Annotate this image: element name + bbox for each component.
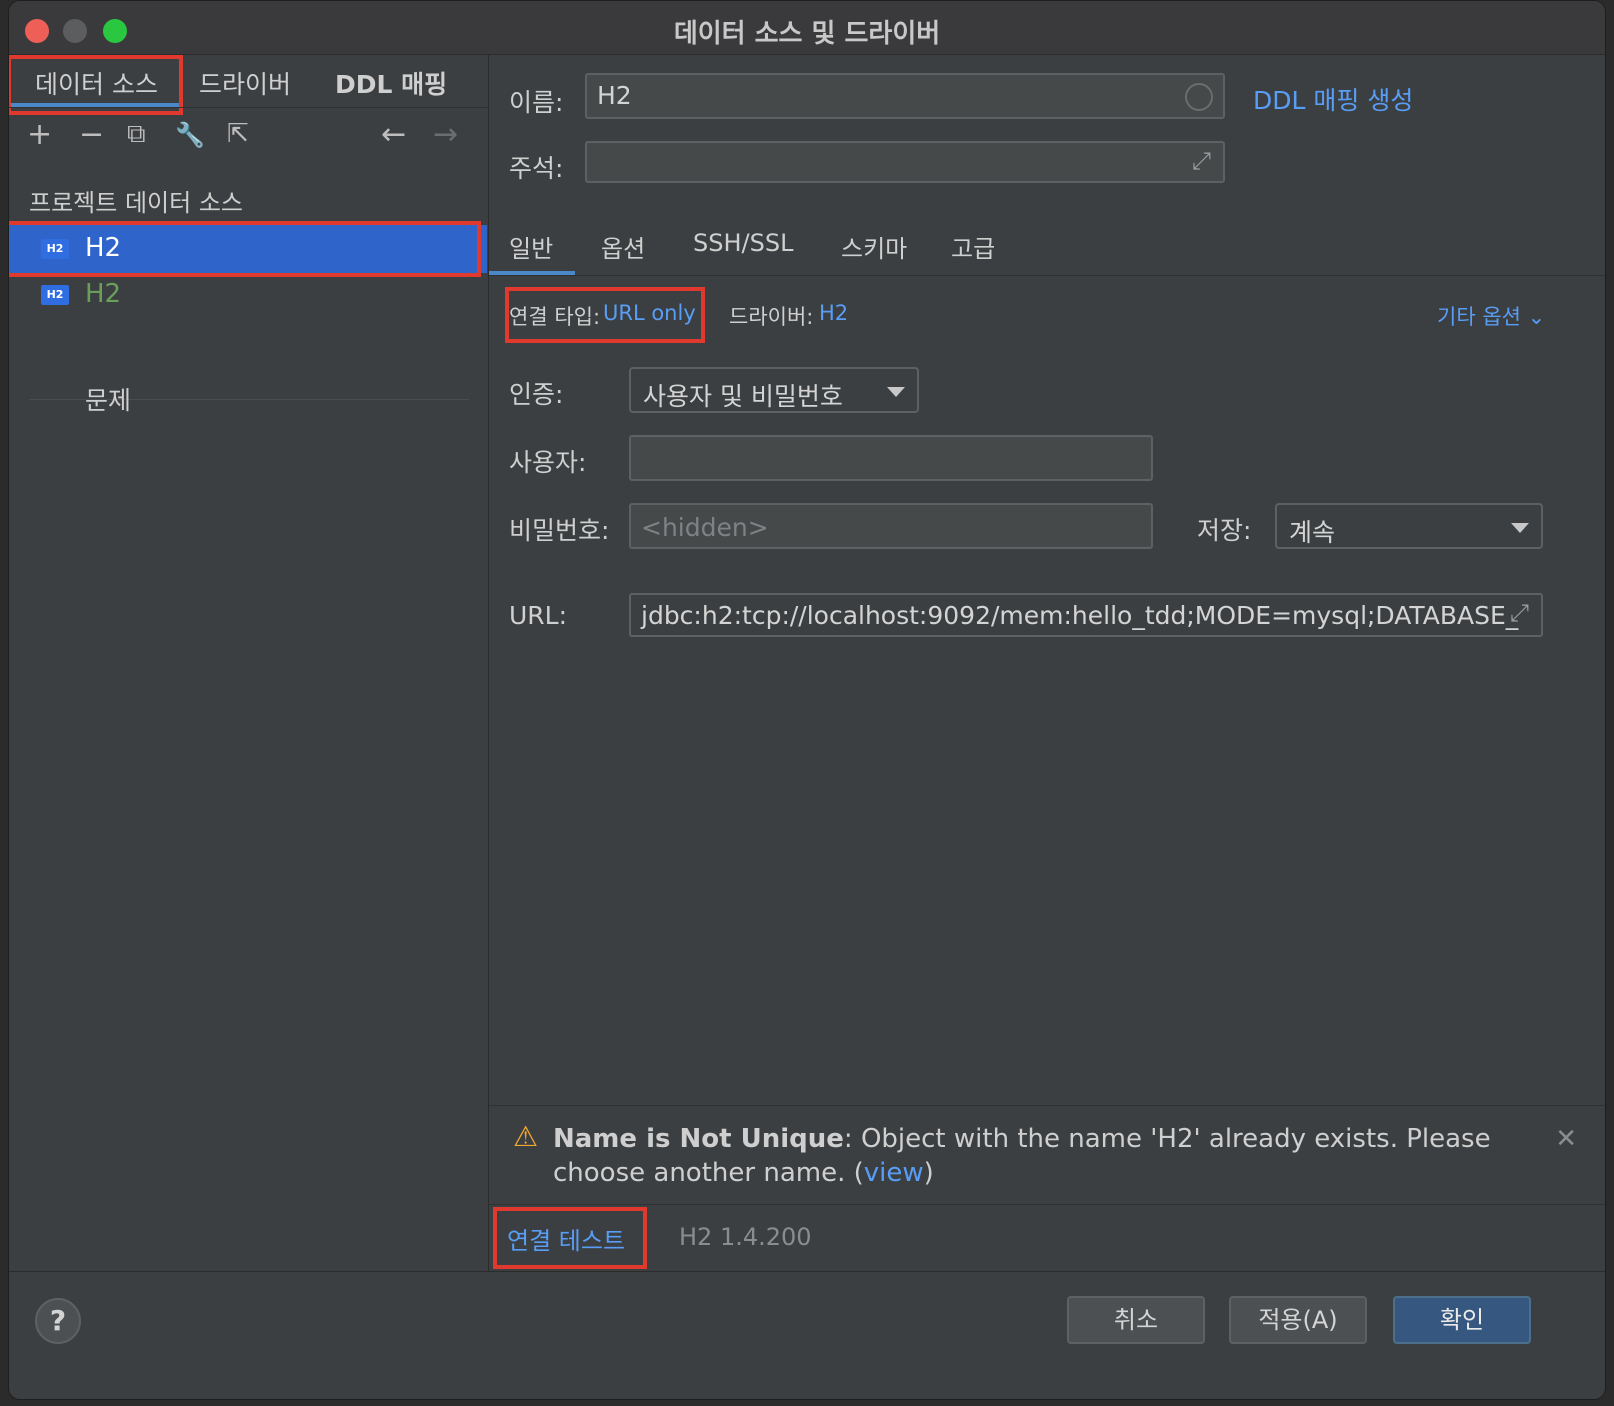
tab-divider [489, 275, 1605, 276]
url-field-value: jdbc:h2:tcp://localhost:9092/mem:hello_t… [641, 601, 1519, 630]
user-field[interactable] [629, 435, 1153, 481]
comment-field[interactable]: ⤢ [585, 141, 1225, 183]
highlight-box-test-connection [493, 1207, 647, 1269]
save-dropdown[interactable]: 계속 [1275, 503, 1543, 549]
sidebar: 데이터 소스 드라이버 DDL 매핑 + − ⧉ 🔧 ⇱ ← → 프로젝트 데이… [9, 55, 489, 1315]
url-field[interactable]: jdbc:h2:tcp://localhost:9092/mem:hello_t… [629, 593, 1543, 637]
main-panel: 이름: H2 DDL 매핑 생성 주석: ⤢ 일반 옵션 SSH/SSL 스키마… [489, 55, 1605, 1315]
driver-label: 드라이버: [729, 305, 814, 329]
warning-suffix: ) [923, 1158, 934, 1188]
help-button[interactable]: ? [35, 1298, 81, 1344]
title-bar: 데이터 소스 및 드라이버 [9, 1, 1605, 55]
copy-icon[interactable]: ⧉ [127, 119, 146, 150]
expand-icon[interactable]: ⤢ [1509, 599, 1529, 627]
url-label: URL: [509, 601, 568, 630]
warning-view-link[interactable]: view [864, 1158, 924, 1188]
auth-dropdown[interactable]: 사용자 및 비밀번호 [629, 367, 919, 413]
window-title: 데이터 소스 및 드라이버 [673, 19, 941, 49]
create-ddl-mapping-link[interactable]: DDL 매핑 생성 [1253, 81, 1413, 117]
data-source-item-h2[interactable]: H2 H2 [9, 271, 487, 319]
highlight-box-selected-source [9, 221, 481, 277]
warning-title: Name is Not Unique [553, 1124, 844, 1154]
apply-button[interactable]: 적용(A) [1229, 1296, 1367, 1344]
name-field-value: H2 [597, 81, 632, 110]
dropdown-caret-icon [1511, 523, 1529, 533]
ok-button[interactable]: 확인 [1393, 1296, 1531, 1344]
h2-icon: H2 [41, 285, 69, 305]
save-dropdown-value: 계속 [1289, 518, 1336, 547]
add-icon[interactable]: + [27, 117, 52, 152]
tab-advanced[interactable]: 고급 [951, 229, 995, 264]
user-label: 사용자: [509, 448, 587, 477]
driver-value[interactable]: H2 [819, 301, 848, 325]
password-field[interactable]: <hidden> [629, 503, 1153, 549]
data-sources-dialog: 데이터 소스 및 드라이버 데이터 소스 드라이버 DDL 매핑 + − ⧉ 🔧… [8, 0, 1606, 1400]
highlight-box-connection-type [505, 287, 705, 343]
driver-version: H2 1.4.200 [679, 1223, 812, 1251]
tab-drivers[interactable]: 드라이버 [199, 65, 291, 101]
expand-icon[interactable]: ⤢ [1192, 147, 1211, 175]
tab-general[interactable]: 일반 [509, 229, 553, 264]
highlight-box-data-sources-tab [9, 55, 183, 115]
chevron-down-icon: ⌄ [1527, 305, 1546, 329]
cancel-button[interactable]: 취소 [1067, 1296, 1205, 1344]
warning-text: Name is Not Unique: Object with the name… [553, 1122, 1513, 1190]
name-field[interactable]: H2 [585, 73, 1225, 119]
color-picker-icon[interactable] [1185, 83, 1213, 111]
tab-ddl-mappings[interactable]: DDL 매핑 [335, 65, 447, 101]
tab-divider [9, 107, 489, 108]
dropdown-caret-icon [887, 387, 905, 397]
warning-banner: ⚠ Name is Not Unique: Object with the na… [489, 1105, 1605, 1205]
tab-options[interactable]: 옵션 [601, 229, 645, 264]
data-source-label: H2 [85, 279, 122, 309]
problems-item[interactable]: 문제 [85, 381, 131, 417]
export-icon[interactable]: ⇱ [227, 119, 249, 149]
tab-ssh-ssl[interactable]: SSH/SSL [693, 229, 793, 257]
close-icon[interactable]: ✕ [1555, 1124, 1577, 1154]
other-options-label: 기타 옵션 [1437, 305, 1521, 329]
auth-dropdown-value: 사용자 및 비밀번호 [643, 382, 843, 411]
dialog-footer: ? 취소 적용(A) 확인 [9, 1271, 1605, 1399]
password-placeholder: <hidden> [641, 513, 769, 542]
forward-arrow-icon[interactable]: → [433, 117, 458, 152]
tab-schemas[interactable]: 스키마 [841, 229, 907, 264]
save-label: 저장: [1197, 516, 1252, 545]
back-arrow-icon[interactable]: ← [381, 117, 406, 152]
password-label: 비밀번호: [509, 516, 610, 545]
comment-label: 주석: [509, 154, 564, 183]
auth-label: 인증: [509, 380, 564, 409]
remove-icon[interactable]: − [79, 117, 104, 152]
name-label: 이름: [509, 88, 564, 117]
other-options-link[interactable]: 기타 옵션 ⌄ [1437, 301, 1545, 331]
connection-strip: 연결 테스트 H2 1.4.200 [489, 1207, 1605, 1271]
wrench-icon[interactable]: 🔧 [175, 121, 205, 149]
warning-icon: ⚠ [513, 1120, 539, 1153]
project-data-sources-heading: 프로젝트 데이터 소스 [29, 189, 243, 217]
